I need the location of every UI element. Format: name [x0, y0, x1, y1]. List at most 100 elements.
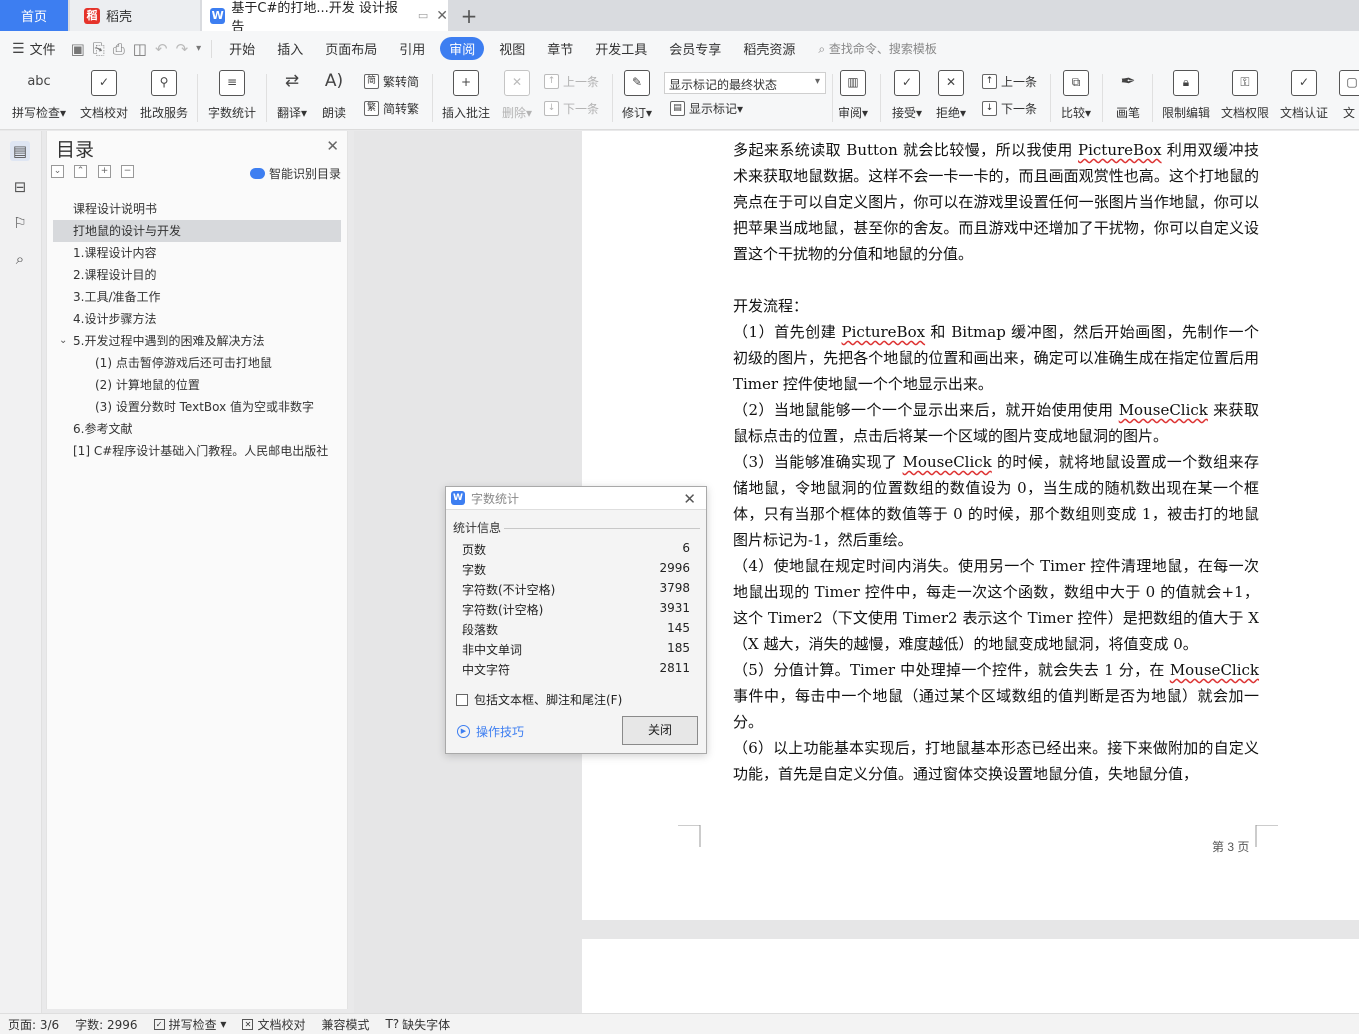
document-paragraph[interactable]: （1）首先创建 PictureBox 和 Bitmap 缓冲图，然后开始画图，先… [733, 319, 1259, 397]
toc-item[interactable]: 6.参考文献 [53, 418, 341, 440]
toc-item[interactable]: (3) 设置分数时 TextBox 值为空或非数字 [53, 396, 341, 418]
print-icon[interactable]: ⎙ [109, 40, 129, 58]
trad-to-simp-button[interactable]: 简繁转简 [364, 73, 419, 90]
menu-developer[interactable]: 开发工具 [584, 39, 658, 58]
dialog-close-button[interactable]: 关闭 [622, 716, 698, 745]
menu-page-layout[interactable]: 页面布局 [314, 39, 388, 58]
expand-all-icon[interactable]: ⌄ [51, 165, 64, 178]
redo-icon[interactable]: ↷ [172, 40, 193, 58]
review-pane-button[interactable]: ▥ 审阅▾ [836, 68, 870, 121]
document-paragraph[interactable]: （2）当地鼠能够一个一个显示出来后，就开始使用使用 MouseClick 来获取… [733, 397, 1259, 449]
find-icon[interactable]: ⌕ [10, 249, 30, 269]
show-markup-button[interactable]: ▤ 显示标记 ▾ [670, 100, 743, 117]
dialog-titlebar[interactable]: W 字数统计 [446, 487, 706, 510]
menu-daoke-resources[interactable]: 稻壳资源 [732, 39, 806, 58]
toc-panel-icon[interactable]: ▤ [10, 141, 30, 161]
menu-references[interactable]: 引用 [388, 39, 436, 58]
status-spell-check[interactable]: ✓ 拼写检查 ▾ [153, 1016, 226, 1033]
toc-close-icon[interactable]: ✕ [326, 137, 339, 155]
smart-toc-button[interactable]: 智能识别目录 [249, 165, 341, 182]
dialog-close-icon[interactable]: ✕ [683, 490, 696, 508]
doc-rights-button[interactable]: ⚿ 文档权限 [1219, 68, 1271, 121]
toc-item[interactable]: 4.设计步骤方法 [53, 308, 341, 330]
export-pdf-icon[interactable]: ⎘ [89, 40, 109, 58]
toc-item[interactable]: 课程设计说明书 [53, 198, 341, 220]
pen-button[interactable]: ✒ 画笔 [1112, 68, 1144, 121]
status-doc-proof[interactable]: ✕ 文档校对 [242, 1016, 305, 1033]
toc-item[interactable]: 3.工具/准备工作 [53, 286, 341, 308]
markup-state-select[interactable]: 显示标记的最终状态 [664, 72, 826, 94]
document-paragraph[interactable]: （4）使地鼠在规定时间内消失。使用另一个 Timer 控件清理地鼠，在每一次地鼠… [733, 553, 1259, 657]
expand-level-icon[interactable]: + [98, 165, 111, 178]
screen-icon[interactable]: ▭ [418, 9, 428, 22]
chapter-nav-icon[interactable]: ⊟ [10, 177, 30, 197]
insert-comment-button[interactable]: + 插入批注 [440, 68, 492, 121]
status-compat-mode[interactable]: 兼容模式 [321, 1016, 369, 1033]
simp-to-trad-button[interactable]: 繁简转繁 [364, 100, 419, 117]
accept-button[interactable]: ✓ 接受▾ [890, 68, 924, 121]
toc-item[interactable]: 打地鼠的设计与开发 [53, 220, 341, 242]
next-change-button[interactable]: ↓ 下一条 [982, 100, 1037, 117]
menu-file[interactable]: 文件 [25, 39, 67, 58]
collapse-all-icon[interactable]: ⌃ [74, 165, 87, 178]
doc-proof-button[interactable]: ✓ 文档校对 [78, 68, 130, 121]
toc-item[interactable]: (1) 点击暂停游戏后还可击打地鼠 [53, 352, 341, 374]
doc-more-button[interactable]: ▢ 文 [1339, 68, 1359, 121]
accept-icon: ✓ [894, 70, 920, 96]
toc-item[interactable]: (2) 计算地鼠的位置 [53, 374, 341, 396]
save-icon[interactable]: ▣ [67, 40, 89, 58]
toc-item[interactable]: 1.课程设计内容 [53, 242, 341, 264]
compare-button[interactable]: ⧉ 比较▾ [1058, 68, 1094, 121]
new-tab-button[interactable]: + [456, 0, 482, 31]
include-textbox-checkbox[interactable]: 包括文本框、脚注和尾注(F) [456, 691, 622, 708]
document-paragraph[interactable]: 多起来系统读取 Button 就会比较慢，所以我使用 PictureBox 利用… [733, 137, 1259, 267]
restrict-edit-button[interactable]: 🔒︎ 限制编辑 [1160, 68, 1212, 121]
prev-change-button[interactable]: ↑ 上一条 [982, 73, 1037, 90]
menu-chapter[interactable]: 章节 [536, 39, 584, 58]
menu-view[interactable]: 视图 [488, 39, 536, 58]
quick-access-dropdown-icon[interactable]: ▾ [192, 43, 205, 54]
menu-start[interactable]: 开始 [218, 39, 266, 58]
toc-item[interactable]: ⌄ 5.开发过程中遇到的困难及解决方法 [53, 330, 341, 352]
document-paragraph[interactable]: （3）当能够准确实现了 MouseClick 的时候，就将地鼠设置成一个数组来存… [733, 449, 1259, 553]
hamburger-icon[interactable]: ☰ [12, 41, 25, 57]
document-body[interactable]: 多起来系统读取 Button 就会比较慢，所以我使用 PictureBox 利用… [733, 137, 1259, 787]
status-page[interactable]: 页面: 3/6 [8, 1016, 59, 1033]
bookmark-icon[interactable]: ⚐ [10, 213, 30, 233]
menu-member[interactable]: 会员专享 [658, 39, 732, 58]
delete-comment-button[interactable]: ✕ 删除▾ [498, 68, 536, 121]
next-comment-button[interactable]: ↓ 下一条 [544, 100, 599, 117]
status-words[interactable]: 字数: 2996 [75, 1016, 137, 1033]
document-paragraph[interactable]: （6）以上功能基本实现后，打地鼠基本形态已经出来。接下来做附加的自定义功能，首先… [733, 735, 1259, 787]
tab-close-icon[interactable]: ✕ [436, 8, 448, 24]
menu-insert[interactable]: 插入 [266, 39, 314, 58]
status-missing-font[interactable]: T? 缺失字体 [385, 1016, 450, 1033]
doc-cert-label: 文档认证 [1279, 106, 1328, 120]
tips-link[interactable]: ▶ 操作技巧 [457, 723, 524, 740]
next-page[interactable] [582, 939, 1359, 1019]
menu-review[interactable]: 审阅 [440, 37, 485, 60]
toc-expand-icon[interactable]: ⌄ [59, 330, 67, 352]
toc-item[interactable]: 2.课程设计目的 [53, 264, 341, 286]
doc-cert-button[interactable]: ✓ 文档认证 [1278, 68, 1330, 121]
track-changes-button[interactable]: ✎ 修订▾ [620, 68, 654, 121]
word-count-button[interactable]: ≡ 字数统计 [206, 68, 258, 121]
reject-button[interactable]: ✕ 拒绝▾ [934, 68, 968, 121]
tab-daoke[interactable]: 稻 稻壳 [70, 0, 200, 31]
print-preview-icon[interactable]: ◫ [129, 40, 151, 58]
document-paragraph[interactable]: 开发流程： [733, 293, 1259, 319]
tab-document[interactable]: W 基于C#的打地...开发 设计报告 ▭ ✕ [202, 0, 448, 35]
translate-button[interactable]: ⇄ 翻译▾ [274, 68, 310, 121]
toc-item[interactable]: [1] C#程序设计基础入门教程。人民邮电出版社 [53, 440, 341, 462]
undo-icon[interactable]: ↶ [151, 40, 172, 58]
spell-check-button[interactable]: abc 拼写检查▾ [10, 68, 68, 121]
read-aloud-button[interactable]: A) 朗读 [318, 68, 350, 121]
collapse-level-icon[interactable]: − [121, 165, 134, 178]
prev-comment-button[interactable]: ↑ 上一条 [544, 73, 599, 90]
tab-home[interactable]: 首页 [0, 0, 68, 31]
command-search[interactable]: ⌕ 查找命令、搜索模板 [818, 40, 937, 57]
document-paragraph[interactable]: （5）分值计算。Timer 中处理掉一个控件，就会失去 1 分，在 MouseC… [733, 657, 1259, 735]
restrict-edit-label: 限制编辑 [1161, 106, 1210, 120]
document-paragraph[interactable] [733, 267, 1259, 293]
batch-service-button[interactable]: ⚲ 批改服务 [138, 68, 190, 121]
